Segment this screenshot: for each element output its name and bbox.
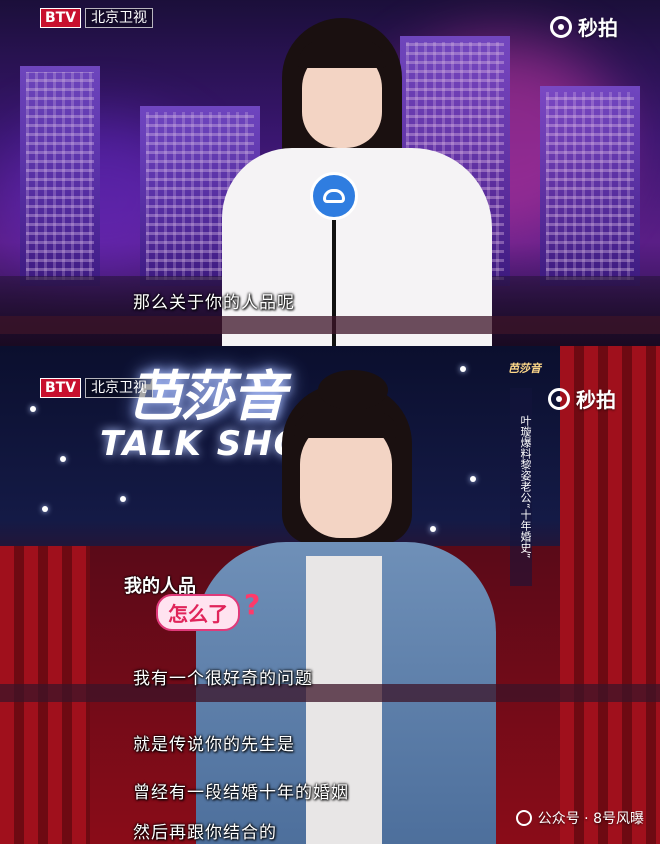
building <box>20 66 100 286</box>
app-logo-text: 秒拍 <box>578 16 618 40</box>
channel-name: 北京卫视 <box>85 8 154 28</box>
channel-logo: BTV 北京卫视 <box>40 8 154 28</box>
building <box>540 86 640 286</box>
subtitle-line: 然后再跟你结合的 <box>133 823 277 843</box>
question-mark-icon: ? <box>244 588 261 621</box>
show-badge: 芭莎音 <box>508 362 541 375</box>
stage-light <box>120 496 126 502</box>
subtitle-line: 曾经有一段结婚十年的婚姻 <box>133 783 349 803</box>
miaopai-icon <box>548 387 570 410</box>
stage-light <box>60 456 66 462</box>
blurred-ticker <box>0 316 660 334</box>
sticker-bubble-text: 怎么了 <box>156 594 240 631</box>
btv-logo-box: BTV <box>40 378 82 398</box>
subtitle-line: 就是传说你的先生是 <box>133 735 295 755</box>
microphone-badge <box>310 172 358 220</box>
stage-light <box>430 526 436 532</box>
episode-vertical-banner: 叶璇爆料黎姿老公“十年婚史” <box>510 388 532 586</box>
bottom-video-frame: 芭莎音 TALK SHOW BTV 北京卫视 芭莎音 叶璇爆料黎姿老公“十年婚史… <box>0 346 660 844</box>
app-logo: 秒拍 <box>550 12 618 41</box>
wechat-icon <box>515 810 532 826</box>
subtitle-line: 我有一个很好奇的问题 <box>133 669 313 689</box>
subtitle: 那么关于你的人品呢 <box>133 293 295 313</box>
stage-light <box>470 476 476 482</box>
app-logo: 秒拍 <box>548 384 616 413</box>
stage-light <box>30 406 36 412</box>
stage-light <box>460 366 466 372</box>
top-video-frame: BTV 北京卫视 秒拍 那么关于你的人品呢 <box>0 0 660 346</box>
channel-logo: BTV 北京卫视 <box>40 378 154 398</box>
stage-light <box>42 506 48 512</box>
watermark-text: 公众号 · 8号风曝 <box>537 811 644 827</box>
wechat-watermark: 公众号 · 8号风曝 <box>515 808 644 828</box>
channel-name: 北京卫视 <box>85 378 154 398</box>
stage-curtain <box>560 346 660 844</box>
btv-logo-box: BTV <box>40 8 82 28</box>
blurred-ticker <box>0 684 660 702</box>
miaopai-icon <box>550 15 572 38</box>
reaction-sticker: 我的人品 怎么了 ? <box>116 568 276 642</box>
app-logo-text: 秒拍 <box>576 388 616 412</box>
